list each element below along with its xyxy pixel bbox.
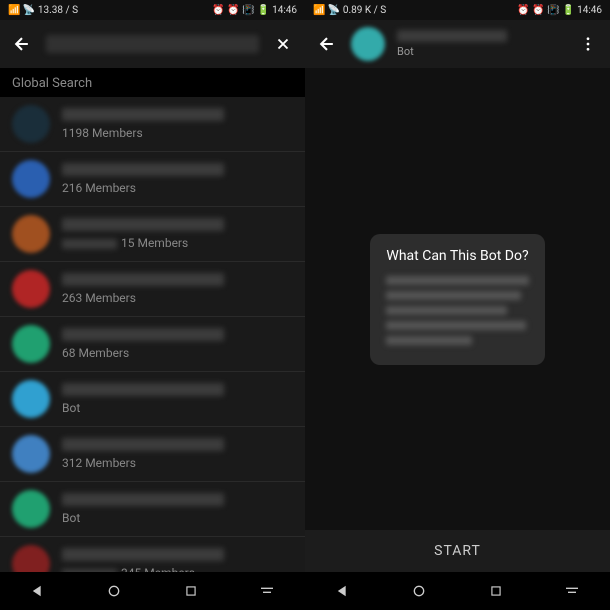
nav-bar-left [0, 572, 305, 610]
bot-desc-line [386, 306, 507, 315]
avatar [12, 490, 50, 528]
list-item[interactable]: 345 Members [0, 537, 305, 572]
avatar [12, 545, 50, 572]
start-button[interactable]: START [305, 530, 610, 572]
avatar [12, 325, 50, 363]
list-item[interactable]: 68 Members [0, 317, 305, 372]
item-title [62, 438, 224, 451]
avatar [12, 160, 50, 198]
item-subtitle: Bot [62, 511, 293, 525]
list-item[interactable]: 216 Members [0, 152, 305, 207]
more-icon[interactable] [576, 32, 600, 56]
avatar[interactable] [351, 27, 385, 61]
item-text: 312 Members [62, 438, 293, 470]
status-network-r: 📶 📡 0.89 K / S [313, 5, 386, 16]
list-item[interactable]: 312 Members [0, 427, 305, 482]
nav-home-icon[interactable] [105, 582, 123, 600]
list-item[interactable]: Bot [0, 482, 305, 537]
item-subtitle: 216 Members [62, 181, 293, 195]
item-text: 216 Members [62, 163, 293, 195]
chat-area: What Can This Bot Do? [305, 68, 610, 530]
nav-menu-icon[interactable] [563, 582, 581, 600]
item-title [62, 218, 224, 231]
avatar [12, 435, 50, 473]
avatar [12, 270, 50, 308]
item-text: 345 Members [62, 548, 293, 572]
bot-info-card: What Can This Bot Do? [370, 234, 544, 365]
search-panel: 📶 📡 13.38 / S ⏰ ⏰ 📳 🔋 14:46 Global Searc… [0, 0, 305, 610]
item-title [62, 493, 224, 506]
chat-title-block[interactable]: Bot [397, 30, 564, 58]
chat-header: Bot [305, 20, 610, 68]
nav-bar-right [305, 572, 610, 610]
item-text: Bot [62, 493, 293, 525]
nav-home-icon[interactable] [410, 582, 428, 600]
nav-menu-icon[interactable] [258, 582, 276, 600]
item-subtitle: 1198 Members [62, 126, 293, 140]
nav-recent-icon[interactable] [182, 582, 200, 600]
item-text: 1198 Members [62, 108, 293, 140]
item-title [62, 383, 224, 396]
list-item[interactable]: 263 Members [0, 262, 305, 317]
list-item[interactable]: Bot [0, 372, 305, 427]
item-text: 263 Members [62, 273, 293, 305]
list-item[interactable]: 1198 Members [0, 97, 305, 152]
start-label: START [434, 543, 481, 559]
bot-desc-line [386, 276, 528, 285]
item-title [62, 548, 224, 561]
status-time-r: ⏰ ⏰ 📳 🔋 14:46 [517, 5, 602, 16]
avatar [12, 105, 50, 143]
item-subtitle: 15 Members [62, 236, 293, 250]
item-subtitle: 312 Members [62, 456, 293, 470]
item-title [62, 273, 224, 286]
avatar [12, 380, 50, 418]
bot-desc-line [386, 321, 525, 330]
list-item[interactable]: 15 Members [0, 207, 305, 262]
nav-recent-icon[interactable] [487, 582, 505, 600]
item-subtitle: Bot [62, 401, 293, 415]
status-bar-left: 📶 📡 13.38 / S ⏰ ⏰ 📳 🔋 14:46 [0, 0, 305, 20]
item-title [62, 163, 224, 176]
chat-name [397, 30, 507, 42]
close-icon[interactable] [271, 32, 295, 56]
item-text: Bot [62, 383, 293, 415]
chat-panel: 📶 📡 0.89 K / S ⏰ ⏰ 📳 🔋 14:46 Bot What Ca… [305, 0, 610, 610]
status-network: 📶 📡 13.38 / S [8, 5, 78, 16]
back-icon[interactable] [315, 32, 339, 56]
bot-card-title: What Can This Bot Do? [386, 248, 528, 264]
status-bar-right: 📶 📡 0.89 K / S ⏰ ⏰ 📳 🔋 14:46 [305, 0, 610, 20]
item-title [62, 108, 224, 121]
search-results-list: 1198 Members 216 Members 15 Members 263 Mem… [0, 97, 305, 572]
search-input[interactable] [46, 35, 259, 53]
item-subtitle: 263 Members [62, 291, 293, 305]
item-text: 68 Members [62, 328, 293, 360]
nav-back-icon[interactable] [334, 582, 352, 600]
search-header [0, 20, 305, 68]
section-label: Global Search [0, 68, 305, 97]
item-title [62, 328, 224, 341]
item-subtitle: 68 Members [62, 346, 293, 360]
bot-desc-line [386, 336, 471, 345]
status-time: ⏰ ⏰ 📳 🔋 14:46 [212, 5, 297, 16]
bot-desc-line [386, 291, 521, 300]
item-text: 15 Members [62, 218, 293, 250]
nav-back-icon[interactable] [29, 582, 47, 600]
avatar [12, 215, 50, 253]
back-icon[interactable] [10, 32, 34, 56]
chat-subtitle: Bot [397, 45, 564, 58]
